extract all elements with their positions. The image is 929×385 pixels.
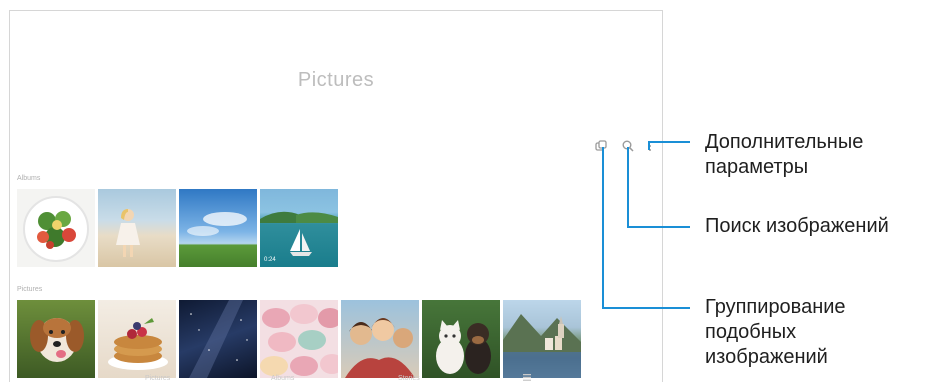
app-title: Pictures <box>297 69 375 91</box>
picture-thumb-macarons[interactable] <box>260 300 338 378</box>
bottom-navigation: Pictures Albums Stories <box>10 373 662 382</box>
group-similar-icon[interactable] <box>594 139 608 153</box>
picture-thumb-beagle[interactable] <box>17 300 95 378</box>
callout-line-group-similar-horizontal <box>602 307 690 309</box>
album-thumb-sky-field[interactable] <box>179 189 257 267</box>
callout-line-more-options-horizontal <box>648 141 690 143</box>
callout-search: Поиск изображений <box>705 214 889 239</box>
callout-more-options: Дополнительные параметры <box>705 130 863 180</box>
menu-icon[interactable] <box>523 374 531 381</box>
callout-group-similar-line1: Группирование <box>705 296 846 318</box>
nav-item-pictures[interactable]: Pictures <box>145 375 170 382</box>
callout-group-similar-line3: изображений <box>705 346 828 368</box>
album-row: 0:24 <box>17 189 338 267</box>
pictures-row <box>17 300 581 378</box>
album-thumb-salad[interactable] <box>17 189 95 267</box>
callout-line-group-similar <box>602 147 604 308</box>
picture-thumb-friends-selfie[interactable] <box>341 300 419 378</box>
section-label-pictures: Pictures <box>17 286 43 293</box>
picture-thumb-cat-dog[interactable] <box>422 300 500 378</box>
picture-thumb-night-sky[interactable] <box>179 300 257 378</box>
callout-search-line1: Поиск изображений <box>705 215 889 237</box>
nav-item-albums[interactable]: Albums <box>271 375 294 382</box>
album-thumb-beach-girl[interactable] <box>98 189 176 267</box>
callout-more-options-line1: Дополнительные <box>705 131 864 153</box>
callout-more-options-line2: параметры <box>705 156 809 178</box>
picture-thumb-pancakes[interactable] <box>98 300 176 378</box>
video-duration-badge: 0:24 <box>264 257 276 263</box>
callout-line-search-horizontal <box>627 226 690 228</box>
callout-line-search <box>627 147 629 227</box>
picture-thumb-lake-village[interactable] <box>503 300 581 378</box>
callout-group-similar-line2: подобных <box>705 321 797 343</box>
nav-item-stories[interactable]: Stories <box>398 375 420 382</box>
section-label-albums: Albums <box>17 175 41 182</box>
callout-group-similar: Группирование подобных изображений <box>705 295 846 370</box>
album-thumb-sailboat-video[interactable]: 0:24 <box>260 189 338 267</box>
tablet-screen: Pictures Albums 0:24 Pictures Pictures A… <box>9 10 663 382</box>
